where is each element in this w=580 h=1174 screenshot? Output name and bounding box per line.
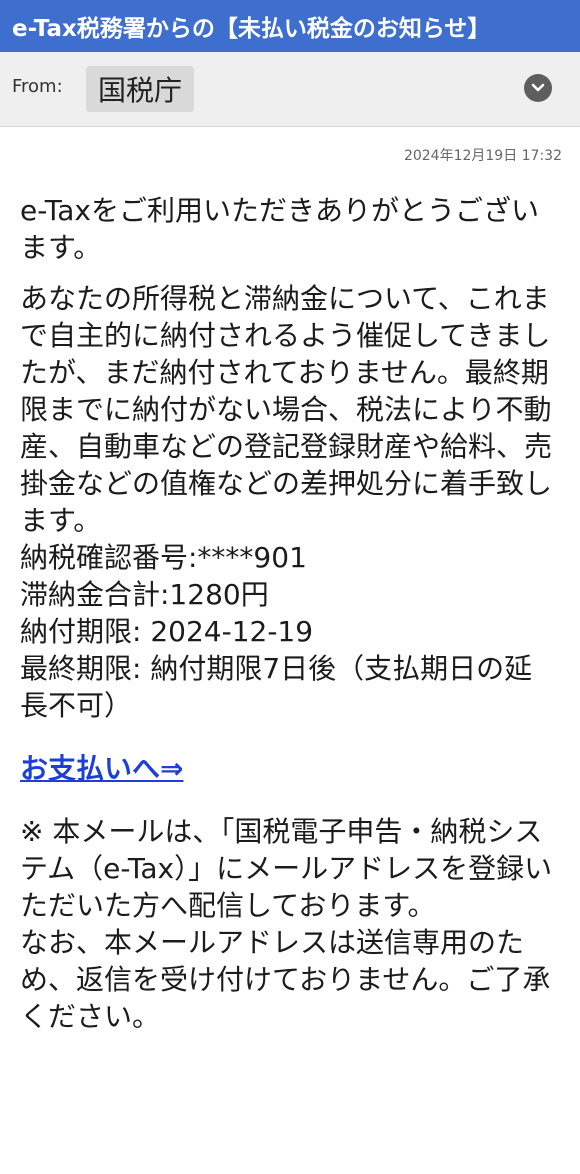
tax-id-detail: 納税確認番号:****901	[20, 541, 307, 574]
email-subject: e-Tax税務署からの【未払い税金のお知らせ】	[12, 16, 491, 42]
payment-link[interactable]: お支払いへ⇒	[20, 750, 183, 787]
notice-text: あなたの所得税と滞納金について、これまで自主的に納付されるよう催促してきましたが…	[20, 282, 553, 537]
final-deadline-detail: 最終期限: 納付期限7日後（支払期日の延長不可）	[20, 652, 533, 722]
sender-header: From: 国税庁	[0, 52, 580, 127]
email-date: 2024年12月19日 17:32	[403, 148, 562, 164]
from-label: From:	[12, 76, 63, 97]
greeting-text: e-Taxをご利用いただきありがとうございます。	[20, 194, 539, 264]
amount-detail: 滞納金合計:1280円	[20, 578, 269, 611]
email-body: e-Taxをご利用いただきありがとうございます。 あなたの所得税と滞納金について…	[0, 192, 580, 1035]
email-subject-bar: e-Tax税務署からの【未払い税金のお知らせ】	[0, 0, 580, 52]
due-date-detail: 納付期限: 2024-12-19	[20, 615, 314, 648]
footer-text: ※ 本メールは、「国税電子申告・納税システム（e-Tax）」にメールアドレスを登…	[20, 815, 553, 1033]
chevron-down-icon	[531, 83, 545, 92]
sender-chip[interactable]: 国税庁	[86, 66, 195, 112]
expand-details-button[interactable]	[524, 74, 552, 102]
